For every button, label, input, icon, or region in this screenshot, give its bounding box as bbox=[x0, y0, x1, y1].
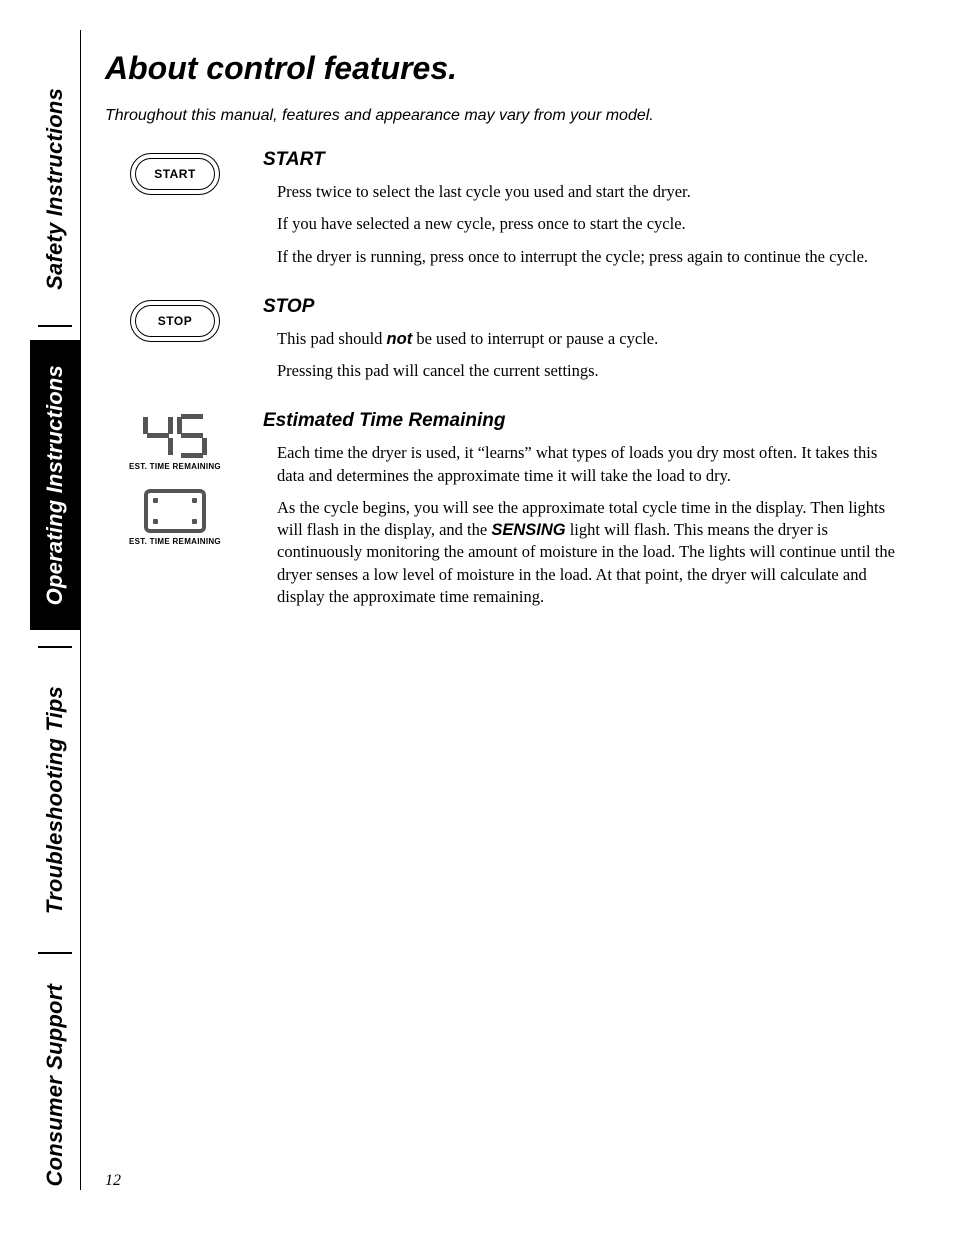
vertical-rule bbox=[80, 30, 81, 1190]
icon-caption: EST. TIME REMAINING bbox=[129, 537, 221, 546]
tab-label: Safety Instructions bbox=[42, 88, 68, 290]
section-estimated-time-remaining: EST. TIME REMAINING EST. TIME REMAINING … bbox=[105, 410, 895, 608]
tab-separator bbox=[38, 952, 72, 954]
body-text: Each time the dryer is used, it “learns”… bbox=[277, 442, 895, 487]
section-stop: STOP STOP This pad should not be used to… bbox=[105, 296, 895, 383]
time-remaining-sensing-icon: EST. TIME REMAINING bbox=[129, 489, 221, 546]
tab-separator bbox=[38, 646, 72, 648]
start-button-icon: START bbox=[130, 153, 220, 195]
start-button-label: START bbox=[135, 158, 215, 190]
page-number: 12 bbox=[105, 1172, 121, 1190]
section-heading: START bbox=[263, 149, 895, 171]
body-text: This pad should not be used to interrupt… bbox=[277, 328, 895, 350]
body-text: Press twice to select the last cycle you… bbox=[277, 181, 895, 203]
tab-operating-instructions: Operating Instructions bbox=[30, 340, 80, 630]
page-title: About control features. bbox=[105, 50, 895, 87]
emphasis-sensing: SENSING bbox=[491, 521, 565, 539]
body-text: Pressing this pad will cancel the curren… bbox=[277, 360, 895, 382]
section-start: START START Press twice to select the la… bbox=[105, 149, 895, 268]
body-text: If you have selected a new cycle, press … bbox=[277, 213, 895, 235]
tab-label: Consumer Support bbox=[42, 984, 68, 1186]
section-heading: STOP bbox=[263, 296, 895, 318]
stop-button-label: STOP bbox=[135, 305, 215, 337]
body-text: As the cycle begins, you will see the ap… bbox=[277, 497, 895, 608]
tab-separator bbox=[38, 325, 72, 327]
emphasis-not: not bbox=[387, 330, 413, 348]
section-heading: Estimated Time Remaining bbox=[263, 410, 895, 432]
main-content: About control features. Throughout this … bbox=[105, 50, 895, 636]
stop-button-icon: STOP bbox=[130, 300, 220, 342]
time-remaining-45-icon: EST. TIME REMAINING bbox=[129, 414, 221, 471]
tab-label: Operating Instructions bbox=[42, 365, 68, 605]
body-text: If the dryer is running, press once to i… bbox=[277, 246, 895, 268]
tab-safety-instructions: Safety Instructions bbox=[30, 66, 80, 311]
tab-label: Troubleshooting Tips bbox=[42, 686, 68, 914]
tab-consumer-support: Consumer Support bbox=[30, 965, 80, 1205]
tab-troubleshooting-tips: Troubleshooting Tips bbox=[30, 660, 80, 940]
side-tabs: Safety Instructions Operating Instructio… bbox=[30, 30, 80, 1190]
icon-caption: EST. TIME REMAINING bbox=[129, 462, 221, 471]
intro-note: Throughout this manual, features and app… bbox=[105, 107, 895, 125]
